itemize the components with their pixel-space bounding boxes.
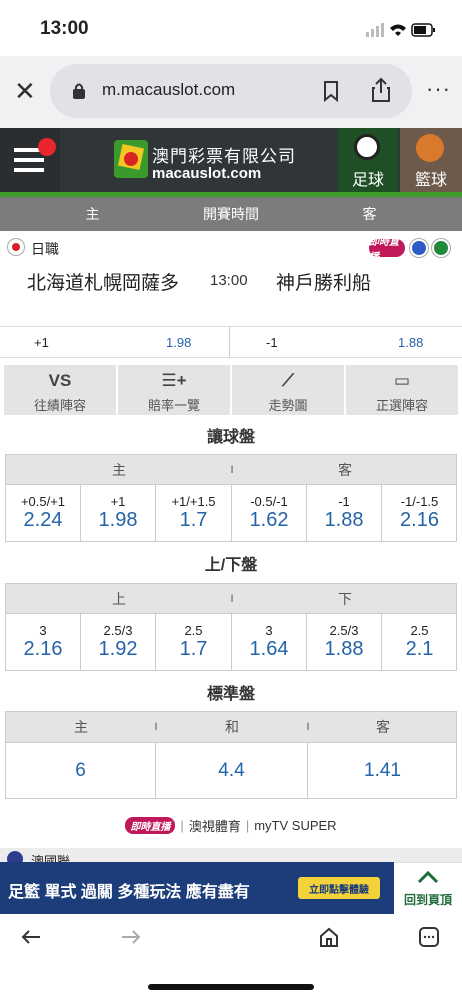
- url-text: m.macauslot.com: [102, 80, 236, 99]
- odds-cell[interactable]: -1/-1.5 2.16: [382, 485, 457, 541]
- vs-icon: VS: [48, 371, 72, 390]
- odds-cell[interactable]: -1 1.88: [307, 485, 382, 541]
- home-indicator: [148, 984, 314, 990]
- chevron-up-icon: [417, 870, 439, 884]
- notification-dot: [38, 138, 56, 156]
- header-away: 客: [362, 206, 377, 222]
- channel-1: 澳視體育: [188, 818, 241, 834]
- more-icon[interactable]: ···: [426, 76, 451, 102]
- home-win-odds[interactable]: 6: [6, 743, 156, 798]
- address-bar[interactable]: m.macauslot.com: [50, 64, 412, 118]
- handicap-summary: +1 1.98 -1 1.88: [0, 326, 462, 358]
- home-icon[interactable]: [318, 926, 340, 948]
- tab-football[interactable]: 足球: [338, 128, 398, 192]
- away-team: 神戶勝利船: [276, 273, 372, 294]
- home-team-icon: [410, 239, 428, 257]
- home-hcp-odds[interactable]: 1.98: [166, 335, 191, 350]
- logo-en: macauslot.com: [152, 165, 262, 182]
- tool-history[interactable]: VS 往績陣容: [4, 365, 116, 415]
- broadcast-row: 即時直播 | 澳視體育 | myTV SUPER: [0, 814, 462, 836]
- odds-cell[interactable]: 3 1.64: [232, 614, 307, 670]
- handicap-header: 主 I 客: [5, 454, 457, 485]
- back-to-top-button[interactable]: 回到頁頂: [394, 862, 462, 914]
- tabs-icon[interactable]: [418, 926, 440, 948]
- odds-cell[interactable]: +0.5/+1 2.24: [6, 485, 81, 541]
- match-row[interactable]: 北海道札幌岡薩多 13:00 神戶勝利船: [0, 262, 462, 300]
- away-hcp-odds[interactable]: 1.88: [398, 335, 423, 350]
- overunder-grid: 3 2.16 2.5/3 1.92 2.5 1.7 3 1.64 2.5/3 1.88 2…: [5, 614, 457, 671]
- odds-cell[interactable]: -0.5/-1 1.62: [232, 485, 307, 541]
- tool-trend[interactable]: ⟋ 走勢圖: [232, 365, 344, 415]
- away-win-odds[interactable]: 1.41: [308, 743, 457, 798]
- standard-grid: 6 4.4 1.41: [5, 743, 457, 799]
- share-icon[interactable]: [370, 77, 392, 103]
- tool-odds-list[interactable]: ☰+ 賠率一覽: [118, 365, 230, 415]
- back-icon[interactable]: [20, 928, 42, 946]
- odds-cell[interactable]: 2.5 1.7: [156, 614, 232, 670]
- header-home: 主: [85, 206, 100, 222]
- match-time: 13:00: [210, 272, 248, 289]
- handicap-title: 讓球盤: [206, 429, 255, 446]
- channel-2: myTV SUPER: [254, 817, 337, 833]
- forward-icon[interactable]: [120, 928, 142, 946]
- tool-bar: VS 往績陣容 ☰+ 賠率一覽 ⟋ 走勢圖 ▭ 正選陣容: [4, 365, 458, 415]
- overunder-header: 上 I 下: [5, 583, 457, 614]
- standard-header: 主 I 和 I 客: [5, 711, 457, 743]
- status-time: 13:00: [40, 18, 89, 39]
- standard-title: 標準盤: [206, 686, 255, 703]
- football-icon: [354, 134, 380, 160]
- ad-text: 足籃 單式 過關 多種玩法 應有盡有: [8, 884, 250, 901]
- live-badge: 即時直播: [125, 816, 176, 834]
- ad-banner[interactable]: 足籃 單式 過關 多種玩法 應有盡有 立即點擊體驗 回到頁頂: [0, 862, 462, 914]
- trend-icon: ⟋: [282, 371, 294, 390]
- status-icons: [366, 23, 435, 37]
- ad-button[interactable]: 立即點擊體驗: [298, 877, 380, 899]
- away-team-icon: [432, 239, 450, 257]
- japan-flag-icon: [7, 238, 25, 256]
- live-badge[interactable]: 即時直播: [369, 237, 405, 263]
- list-icon: ☰+: [161, 371, 187, 390]
- home-team: 北海道札幌岡薩多: [27, 273, 180, 294]
- basketball-icon: [416, 134, 444, 162]
- tool-lineup[interactable]: ▭ 正選陣容: [346, 365, 458, 415]
- league-name: 日職: [31, 241, 59, 257]
- odds-cell[interactable]: 2.5/3 1.92: [81, 614, 156, 670]
- logo-icon: [114, 140, 148, 178]
- next-league-row: 澳國聯: [0, 848, 462, 862]
- away-hcp: -1: [266, 335, 278, 350]
- odds-cell[interactable]: +1/+1.5 1.7: [156, 485, 232, 541]
- odds-cell[interactable]: 2.5/3 1.88: [307, 614, 382, 670]
- handicap-grid: +0.5/+1 2.24 +1 1.98 +1/+1.5 1.7 -0.5/-1 1.6…: [5, 485, 457, 542]
- site-banner: 澳門彩票有限公司 macauslot.com 足球 籃球: [0, 128, 462, 192]
- header-start-time: 開賽時間: [203, 206, 259, 222]
- draw-odds[interactable]: 4.4: [156, 743, 308, 798]
- odds-cell[interactable]: 3 2.16: [6, 614, 81, 670]
- logo-cn: 澳門彩票有限公司: [152, 147, 296, 166]
- lineup-icon: ▭: [393, 371, 411, 390]
- odds-cell[interactable]: +1 1.98: [81, 485, 156, 541]
- lock-icon: [73, 83, 85, 99]
- browser-nav: [0, 914, 462, 1000]
- browser-toolbar: ✕ m.macauslot.com ···: [0, 56, 462, 128]
- odds-cell[interactable]: 2.5 2.1: [382, 614, 457, 670]
- home-hcp: +1: [34, 335, 49, 350]
- bookmark-icon[interactable]: [322, 80, 340, 102]
- status-bar: 13:00: [0, 0, 462, 56]
- menu-button[interactable]: [0, 128, 60, 192]
- overunder-title: 上/下盤: [204, 557, 258, 574]
- tab-basketball[interactable]: 籃球: [400, 128, 462, 192]
- column-header: 主 開賽時間 客: [0, 197, 462, 231]
- close-icon[interactable]: ✕: [14, 78, 36, 104]
- league-row: 日職 即時直播: [0, 235, 462, 263]
